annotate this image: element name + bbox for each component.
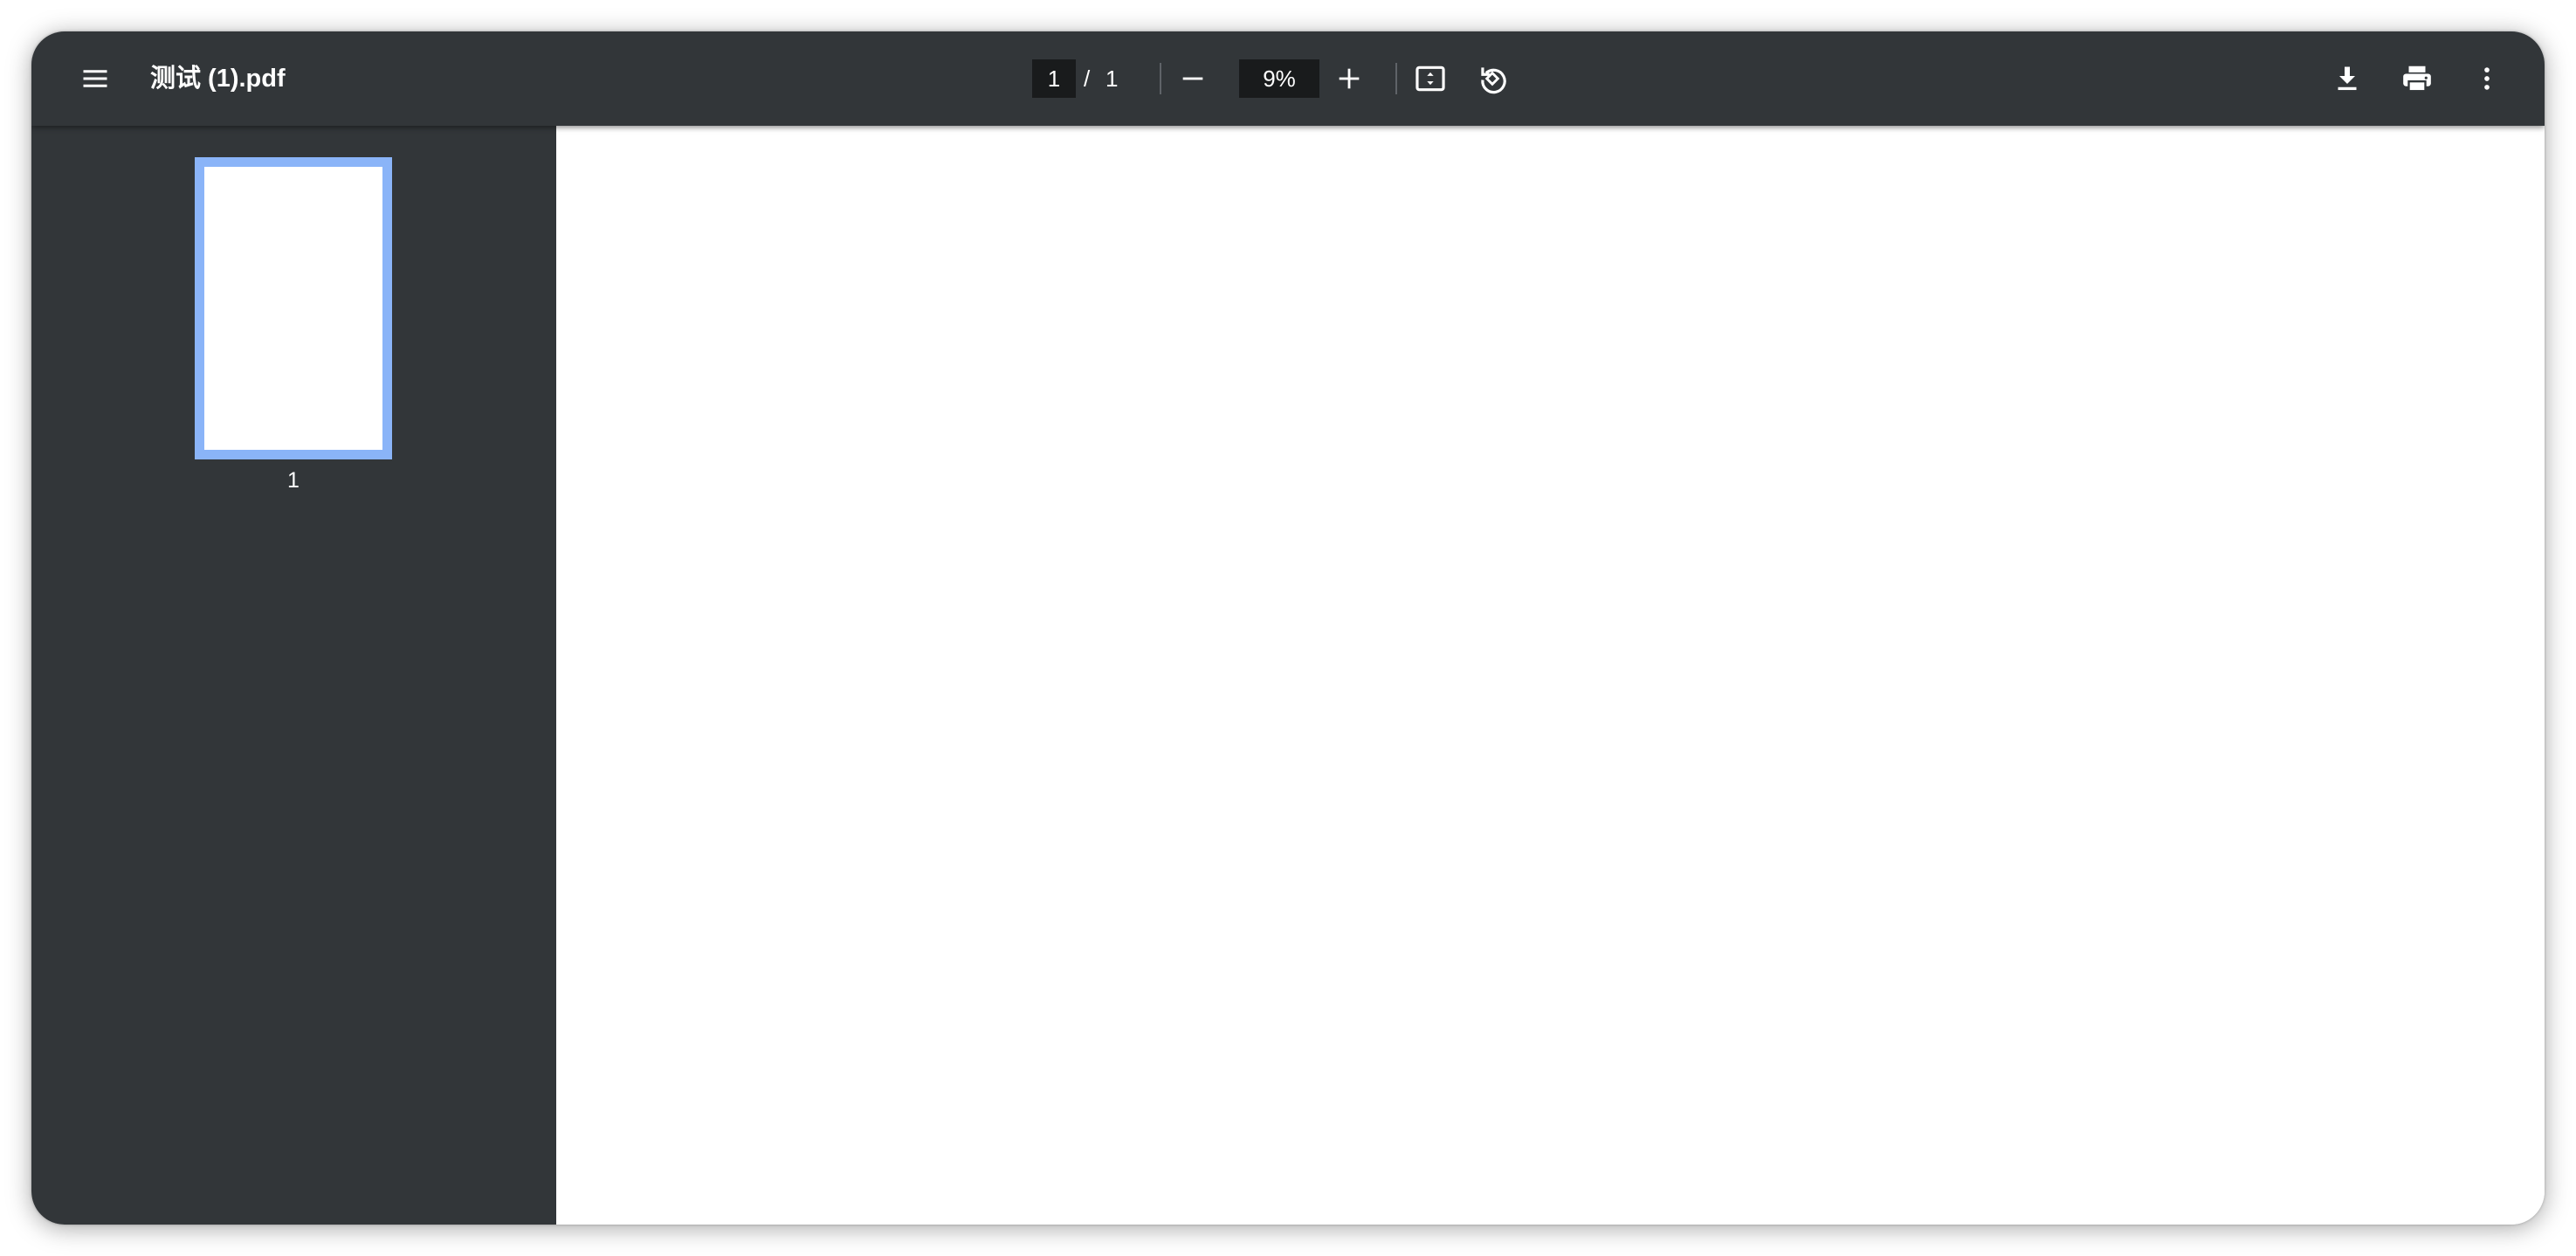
- page-thumbnail[interactable]: [195, 157, 392, 459]
- fit-to-page-button[interactable]: [1404, 52, 1457, 105]
- download-icon: [2338, 66, 2357, 91]
- zoom-out-button[interactable]: [1167, 52, 1219, 105]
- page-number-input[interactable]: 1: [1032, 59, 1076, 98]
- document-title: 测试 (1).pdf: [150, 65, 286, 93]
- print-button[interactable]: [2391, 52, 2443, 105]
- plus-icon: [1339, 68, 1360, 89]
- more-button[interactable]: [2461, 52, 2513, 105]
- print-icon: [2403, 66, 2431, 93]
- thumbnail-sidebar: 1: [31, 126, 556, 1225]
- download-button[interactable]: [2321, 52, 2373, 105]
- page-total: 1: [1105, 66, 1119, 92]
- zoom-input[interactable]: 9%: [1239, 59, 1319, 98]
- rotate-icon: [1481, 67, 1506, 94]
- more-vertical-icon: [2484, 67, 2490, 90]
- toolbar: 测试 (1).pdf 1 / 1 9%: [31, 31, 2545, 126]
- toolbar-divider: [1395, 63, 1397, 94]
- page-separator: /: [1084, 66, 1091, 92]
- menu-button[interactable]: [69, 52, 121, 105]
- toolbar-divider: [1160, 63, 1161, 94]
- fit-to-page-icon: [1415, 66, 1445, 92]
- minus-icon: [1182, 77, 1203, 80]
- rotate-button[interactable]: [1466, 52, 1519, 105]
- thumbnail-label: 1: [287, 468, 300, 493]
- pdf-viewer-window: 测试 (1).pdf 1 / 1 9% 1: [31, 31, 2545, 1225]
- menu-icon: [83, 70, 107, 87]
- zoom-in-button[interactable]: [1323, 52, 1375, 105]
- document-page[interactable]: [556, 126, 2545, 1225]
